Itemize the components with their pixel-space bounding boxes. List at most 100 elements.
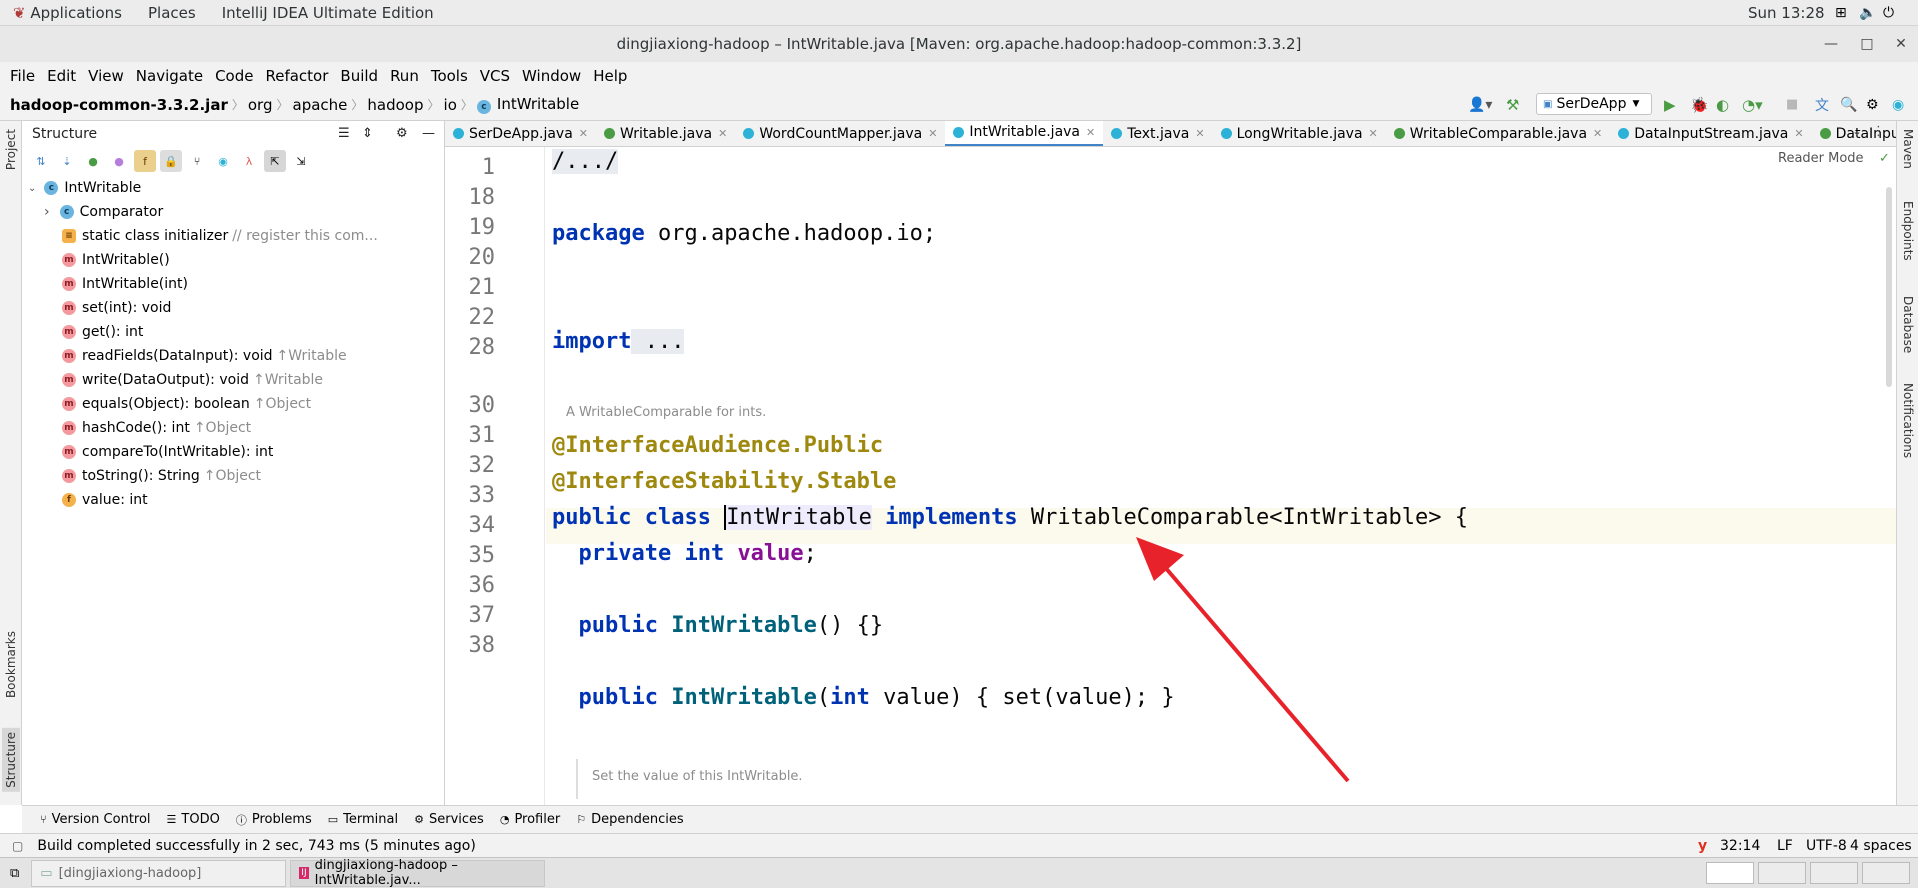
tab-writable-java[interactable]: Writable.java ✕: [596, 121, 735, 146]
run-icon[interactable]: ▶: [1664, 96, 1676, 114]
tool-dependencies[interactable]: ⚐ Dependencies: [568, 812, 691, 827]
show-desktop-icon[interactable]: ⧉: [10, 866, 19, 881]
show-anonymous-icon[interactable]: ◉: [212, 150, 234, 172]
options-gear-icon[interactable]: ⚙: [396, 126, 408, 141]
database-tool-button[interactable]: Database: [1901, 296, 1915, 353]
close-tab-icon[interactable]: ✕: [1369, 127, 1378, 140]
tool-services[interactable]: ⚙ Services: [406, 812, 492, 827]
close-tab-icon[interactable]: ✕: [718, 127, 727, 140]
folded-imports[interactable]: ...: [631, 329, 685, 354]
menu-refactor[interactable]: Refactor: [259, 67, 334, 85]
tree-item[interactable]: m IntWritable(): [22, 248, 444, 272]
coverage-icon[interactable]: ◐: [1716, 96, 1729, 114]
close-tab-icon[interactable]: ✕: [579, 127, 588, 140]
indent-setting[interactable]: 4 spaces: [1850, 838, 1912, 854]
notifications-tool-button[interactable]: Notifications: [1901, 383, 1915, 458]
tree-item[interactable]: m IntWritable(int): [22, 272, 444, 296]
workspace-4[interactable]: [1862, 862, 1910, 884]
search-icon[interactable]: 🔍: [1840, 97, 1857, 113]
stop-icon[interactable]: ■: [1786, 97, 1798, 112]
profile-icon[interactable]: ◔▾: [1742, 96, 1763, 114]
tab-datainputstream-java[interactable]: DataInputStream.java ✕: [1610, 121, 1811, 146]
maximize-button[interactable]: □: [1852, 26, 1882, 62]
close-tab-icon[interactable]: ✕: [928, 127, 937, 140]
project-tool-button[interactable]: Project: [4, 129, 18, 170]
applications-menu[interactable]: ❦ Applications: [0, 4, 135, 22]
close-tab-icon[interactable]: ✕: [1195, 127, 1204, 140]
menu-vcs[interactable]: VCS: [474, 67, 516, 85]
menu-view[interactable]: View: [82, 67, 130, 85]
breadcrumb-io[interactable]: io: [440, 96, 461, 114]
breadcrumb-apache[interactable]: apache: [289, 96, 352, 114]
menu-help[interactable]: Help: [587, 67, 633, 85]
show-properties-icon[interactable]: ●: [108, 150, 130, 172]
close-button[interactable]: ✕: [1886, 26, 1916, 62]
expand-icon[interactable]: ⇕: [362, 126, 373, 141]
line-separator[interactable]: LF: [1777, 838, 1793, 854]
menu-build[interactable]: Build: [334, 67, 384, 85]
tab-longwritable-java[interactable]: LongWritable.java ✕: [1213, 121, 1386, 146]
tool-profiler[interactable]: ◔ Profiler: [492, 812, 568, 827]
tree-item[interactable]: m set(int): void: [22, 296, 444, 320]
app-menu[interactable]: IntelliJ IDEA Ultimate Edition: [209, 4, 447, 22]
more-options-icon[interactable]: ⋮: [1872, 124, 1885, 139]
sort-alpha-icon[interactable]: ⇣: [56, 150, 78, 172]
tree-item[interactable]: m get(): int: [22, 320, 444, 344]
status-toggle-icon[interactable]: ▢: [12, 839, 23, 853]
network-icon[interactable]: ⊞: [1835, 5, 1847, 21]
collapse-all-icon[interactable]: ☰: [338, 126, 350, 141]
code-editor[interactable]: Reader Mode ✓ /.../ package org.apache.h…: [546, 147, 1896, 805]
hide-panel-icon[interactable]: —: [422, 126, 435, 141]
minimize-button[interactable]: —: [1816, 26, 1846, 62]
breadcrumb-org[interactable]: org: [244, 96, 277, 114]
tree-item[interactable]: m compareTo(IntWritable): int: [22, 440, 444, 464]
run-config-select[interactable]: ▣ SerDeApp ▼: [1536, 93, 1652, 115]
build-hammer-icon[interactable]: ⚒: [1506, 96, 1519, 114]
tab-intwritable-java[interactable]: IntWritable.java ✕: [945, 121, 1104, 146]
tree-item[interactable]: m hashCode(): int ↑Object: [22, 416, 444, 440]
tree-item[interactable]: › c Comparator: [22, 200, 444, 224]
close-tab-icon[interactable]: ✕: [1086, 126, 1095, 139]
endpoints-tool-button[interactable]: Endpoints: [1901, 201, 1915, 261]
breadcrumb-jar[interactable]: hadoop-common-3.3.2.jar: [0, 96, 232, 114]
tree-item[interactable]: ≡ static class initializer// register thi…: [22, 224, 444, 248]
tree-item[interactable]: m write(DataOutput): void ↑Writable: [22, 368, 444, 392]
tool-version-control[interactable]: ⑂ Version Control: [32, 812, 159, 827]
menu-edit[interactable]: Edit: [41, 67, 82, 85]
menu-navigate[interactable]: Navigate: [130, 67, 209, 85]
power-icon[interactable]: ⏻: [1883, 5, 1894, 21]
group-methods-icon[interactable]: ⑂: [186, 150, 208, 172]
translate-icon[interactable]: 文: [1815, 95, 1829, 115]
tab-wordcountmapper-java[interactable]: WordCountMapper.java ✕: [735, 121, 945, 146]
structure-tool-button[interactable]: Structure: [2, 728, 20, 792]
folded-header[interactable]: /.../: [552, 149, 619, 174]
reader-mode-button[interactable]: Reader Mode: [1778, 151, 1864, 166]
status-message[interactable]: Build completed successfully in 2 sec, 7…: [37, 838, 475, 854]
places-menu[interactable]: Places: [135, 4, 209, 22]
bookmarks-tool-button[interactable]: Bookmarks: [4, 631, 18, 698]
close-tab-icon[interactable]: ✕: [1794, 127, 1803, 140]
task-terminal[interactable]: ▭ [dingjiaxiong-hadoop]: [31, 859, 287, 887]
workspace-1[interactable]: [1706, 862, 1754, 884]
tool-terminal[interactable]: ▭ Terminal: [320, 812, 406, 827]
tool-todo[interactable]: ☰ TODO: [159, 812, 228, 827]
clock[interactable]: Sun 13:28: [1735, 4, 1838, 22]
autoscroll-to-source-icon[interactable]: ⇱: [264, 150, 286, 172]
task-intellij[interactable]: IJ dingjiaxiong-hadoop – IntWritable.jav.…: [290, 858, 546, 888]
maven-tool-button[interactable]: Maven: [1901, 129, 1915, 169]
menu-run[interactable]: Run: [384, 67, 425, 85]
close-tab-icon[interactable]: ✕: [1593, 127, 1602, 140]
volume-icon[interactable]: 🔈: [1859, 5, 1876, 21]
autoscroll-from-source-icon[interactable]: ⇲: [290, 150, 312, 172]
tab-serdeapp-java[interactable]: SerDeApp.java ✕: [445, 121, 596, 146]
tree-root[interactable]: ⌄ c IntWritable: [22, 176, 444, 200]
menu-window[interactable]: Window: [516, 67, 587, 85]
tabs-overflow-chevron-icon[interactable]: ⌄: [1852, 124, 1862, 138]
scrollbar[interactable]: [1886, 187, 1892, 387]
breadcrumb-hadoop[interactable]: hadoop: [363, 96, 427, 114]
menu-code[interactable]: Code: [209, 67, 259, 85]
settings-gear-icon[interactable]: ⚙: [1866, 97, 1879, 113]
tree-item[interactable]: f value: int: [22, 488, 444, 512]
plugin-y-icon[interactable]: y: [1698, 838, 1707, 854]
sort-visibility-icon[interactable]: ⇅: [30, 150, 52, 172]
